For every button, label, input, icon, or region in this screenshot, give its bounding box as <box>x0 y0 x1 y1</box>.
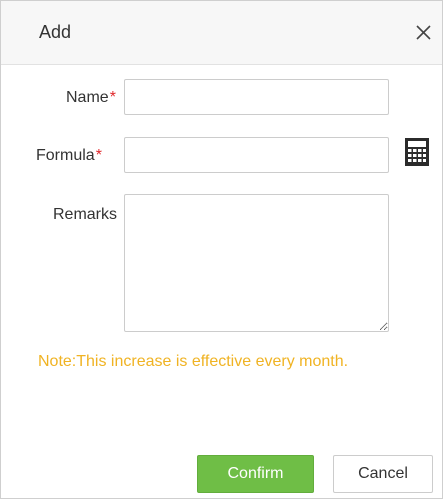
formula-required-mark: * <box>95 147 102 164</box>
dialog-header: Add <box>1 1 442 65</box>
name-required-mark: * <box>109 89 116 106</box>
remarks-label-text: Remarks <box>53 206 118 223</box>
close-icon[interactable] <box>409 17 439 47</box>
name-label: Name* <box>66 89 116 107</box>
remarks-textarea[interactable] <box>124 194 389 332</box>
note-text: Note:This increase is effective every mo… <box>38 353 349 370</box>
add-dialog: Add Name* Formula* Remarks Note:This inc… <box>0 0 443 499</box>
remarks-label: Remarks <box>53 206 117 224</box>
dialog-title: Add <box>39 22 72 42</box>
name-input[interactable] <box>124 79 389 115</box>
formula-label: Formula* <box>36 147 102 165</box>
confirm-button[interactable]: Confirm <box>197 455 314 493</box>
name-label-text: Name <box>66 89 109 106</box>
cancel-button[interactable]: Cancel <box>333 455 433 493</box>
formula-input[interactable] <box>124 137 389 173</box>
calculator-icon[interactable] <box>404 137 430 167</box>
formula-label-text: Formula <box>36 147 95 164</box>
